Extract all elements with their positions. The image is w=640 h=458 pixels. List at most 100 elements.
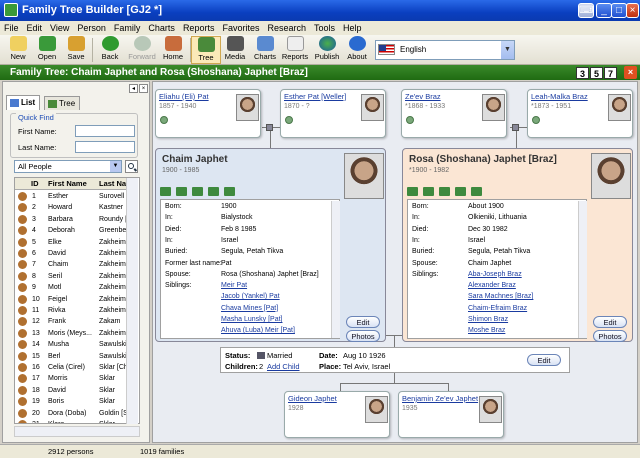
person-name[interactable]: Leah-Malka Braz: [531, 92, 588, 101]
chevron-down-icon[interactable]: ▼: [110, 161, 121, 172]
list-item[interactable]: 7 Chaim Zakheim: [15, 259, 131, 270]
parents-family-icon[interactable]: [266, 124, 273, 131]
list-item[interactable]: 4 Deborah Greenbe: [15, 225, 131, 236]
leaf-icon[interactable]: [407, 187, 418, 196]
person-name[interactable]: Esther Pat [Weller]: [284, 92, 346, 101]
col-id[interactable]: ID: [31, 178, 39, 190]
publish-button[interactable]: Publish: [312, 36, 342, 61]
panel-close-icon[interactable]: ×: [139, 84, 148, 93]
list-item[interactable]: 20 Dora (Doba) Goldin [S: [15, 408, 131, 419]
sources-icon[interactable]: [471, 187, 482, 196]
person-name[interactable]: Ze'ev Braz: [405, 92, 441, 101]
back-button[interactable]: Back: [95, 36, 125, 61]
husband-photos-button[interactable]: Photos: [346, 330, 380, 342]
people-filter-select[interactable]: All People: [14, 160, 122, 173]
fact-value[interactable]: Meir Pat: [221, 282, 247, 289]
tree-button[interactable]: Tree: [191, 36, 221, 64]
list-horizontal-scrollbar[interactable]: [14, 426, 140, 437]
menu-reports[interactable]: Reports: [179, 21, 219, 35]
language-select[interactable]: English: [375, 40, 515, 60]
facts-icon[interactable]: [423, 187, 434, 196]
person-name[interactable]: Eliahu (Eli) Pat: [159, 92, 209, 101]
maternal-grandmother-card[interactable]: Leah-Malka Braz *1873 - 1951: [527, 89, 633, 138]
menu-person[interactable]: Person: [73, 21, 110, 35]
first-name-input[interactable]: [75, 125, 135, 137]
child-card[interactable]: Benjamin Ze'ev Japhet 1935: [398, 391, 504, 438]
list-item[interactable]: 15 Berl Sawulski: [15, 351, 131, 362]
menu-edit[interactable]: Edit: [23, 21, 47, 35]
person-name[interactable]: Benjamin Ze'ev Japhet: [402, 394, 478, 403]
fact-value[interactable]: Shimon Braz: [468, 316, 508, 323]
fact-value[interactable]: Masha Lunsky [Pat]: [221, 316, 282, 323]
menu-favorites[interactable]: Favorites: [218, 21, 263, 35]
forward-button[interactable]: Forward: [125, 36, 159, 61]
menu-help[interactable]: Help: [339, 21, 366, 35]
facts-scrollbar[interactable]: [578, 201, 587, 338]
list-item[interactable]: 2 Howard Kastner: [15, 202, 131, 213]
home-button[interactable]: Home: [158, 36, 188, 61]
leaf-icon[interactable]: [160, 187, 171, 196]
wife-photos-button[interactable]: Photos: [593, 330, 627, 342]
save-button[interactable]: Save: [61, 36, 91, 61]
notes-icon[interactable]: [439, 187, 450, 196]
list-item[interactable]: 8 Seril Zakheim: [15, 271, 131, 282]
media-icon[interactable]: [455, 187, 466, 196]
list-item[interactable]: 19 Boris Sklar: [15, 396, 131, 407]
menu-charts[interactable]: Charts: [144, 21, 179, 35]
fact-value[interactable]: Chava Mines [Pat]: [221, 305, 278, 312]
pin-icon[interactable]: ◂: [129, 84, 138, 93]
col-first-name[interactable]: First Name: [48, 178, 87, 190]
paternal-grandmother-card[interactable]: Esther Pat [Weller] 1870 - ?: [280, 89, 386, 138]
maternal-grandfather-card[interactable]: Ze'ev Braz *1868 - 1933: [401, 89, 507, 138]
chevron-down-icon[interactable]: ▼: [501, 41, 514, 59]
minimize-button[interactable]: _: [596, 3, 612, 18]
close-button[interactable]: ×: [626, 3, 639, 18]
list-item[interactable]: 3 Barbara Roundy [: [15, 214, 131, 225]
husband-card[interactable]: Chaim Japhet 1900 - 1985 Born: 1900 In: Bia…: [155, 148, 386, 342]
reports-button[interactable]: Reports: [280, 36, 310, 61]
husband-name[interactable]: Chaim Japhet: [162, 154, 228, 165]
facts-icon[interactable]: [176, 187, 187, 196]
list-item[interactable]: 12 Frank Zakam: [15, 316, 131, 327]
generations-3-button[interactable]: 3: [576, 67, 589, 79]
facts-scrollbar[interactable]: [331, 201, 340, 338]
wife-edit-button[interactable]: Edit: [593, 316, 627, 328]
list-item[interactable]: 6 David Zakheim: [15, 248, 131, 259]
list-item[interactable]: 10 Feigel Zakheim: [15, 294, 131, 305]
list-item[interactable]: 14 Musha Sawulski: [15, 339, 131, 350]
maximize-button[interactable]: □: [611, 3, 627, 18]
menu-tools[interactable]: Tools: [310, 21, 339, 35]
list-item[interactable]: 1 Esther Surovell: [15, 191, 131, 202]
menu-file[interactable]: File: [0, 21, 23, 35]
fact-value[interactable]: Alexander Braz: [468, 282, 516, 289]
new-button[interactable]: New: [3, 36, 33, 61]
menu-family[interactable]: Family: [110, 21, 145, 35]
charts-button[interactable]: Charts: [250, 36, 280, 61]
fact-value[interactable]: Ahuva (Luba) Meir [Pat]: [221, 327, 295, 334]
people-list[interactable]: ID First Name Last Na 1 Esther Surovell 2 Ho…: [14, 177, 140, 424]
fact-value[interactable]: Aba-Joseph Braz: [468, 271, 522, 278]
paternal-grandfather-card[interactable]: Eliahu (Eli) Pat 1857 - 1940: [155, 89, 261, 138]
fact-value[interactable]: Chaim-Efraim Braz: [468, 305, 527, 312]
wife-name[interactable]: Rosa (Shoshana) Japhet [Braz]: [409, 154, 557, 165]
media-icon[interactable]: [208, 187, 219, 196]
search-button[interactable]: [125, 160, 138, 173]
add-child-link[interactable]: Add Child: [267, 362, 300, 371]
keyboard-icon[interactable]: ⌨: [578, 3, 594, 18]
last-name-input[interactable]: [75, 141, 135, 153]
fact-value[interactable]: Jacob (Yankel) Pat: [221, 293, 280, 300]
fact-value[interactable]: Moshe Braz: [468, 327, 505, 334]
menu-research[interactable]: Research: [263, 21, 310, 35]
close-tree-icon[interactable]: ×: [624, 66, 637, 79]
notes-icon[interactable]: [192, 187, 203, 196]
list-item[interactable]: 13 Moris (Meys... Zakheim: [15, 328, 131, 339]
list-item[interactable]: 18 David Sklar: [15, 385, 131, 396]
sources-icon[interactable]: [224, 187, 235, 196]
media-button[interactable]: Media: [220, 36, 250, 61]
fact-value[interactable]: Sara Machnes [Braz]: [468, 293, 533, 300]
generations-7-button[interactable]: 7: [604, 67, 617, 79]
open-button[interactable]: Open: [32, 36, 62, 61]
list-item[interactable]: 11 Rivka Zakheim: [15, 305, 131, 316]
list-item[interactable]: 9 Motl Zakheim: [15, 282, 131, 293]
family-edit-button[interactable]: Edit: [527, 354, 561, 366]
